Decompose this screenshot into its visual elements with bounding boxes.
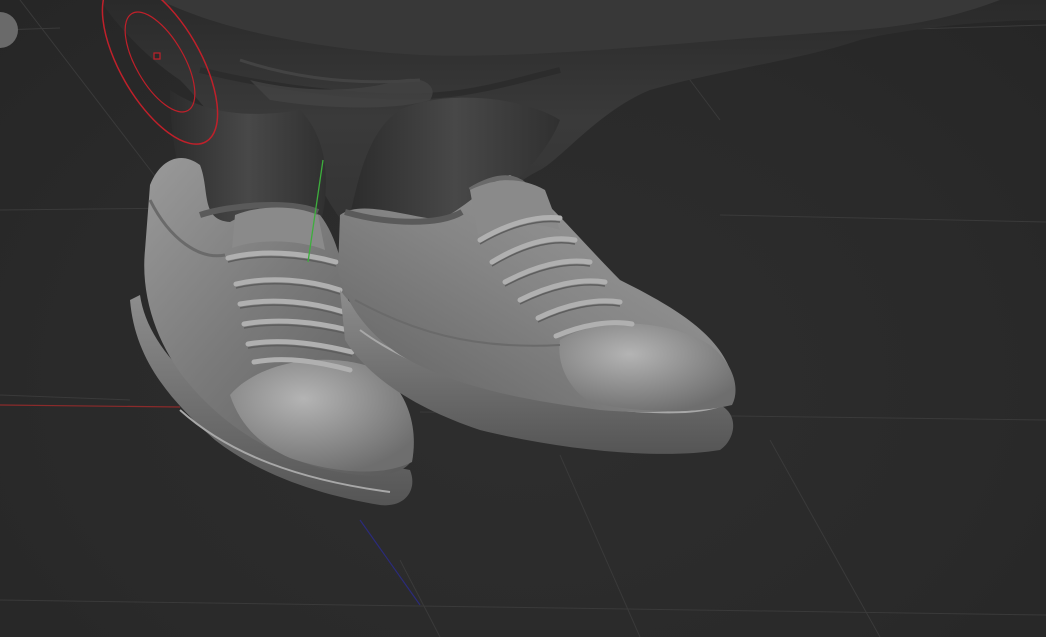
gizmo-pivot-handle[interactable] [153,52,161,60]
x-axis-line [0,404,181,408]
3d-viewport[interactable] [0,0,1046,637]
viewport-canvas[interactable] [0,0,1046,637]
offscreen-sphere[interactable] [0,12,18,48]
z-axis-line [359,519,421,606]
